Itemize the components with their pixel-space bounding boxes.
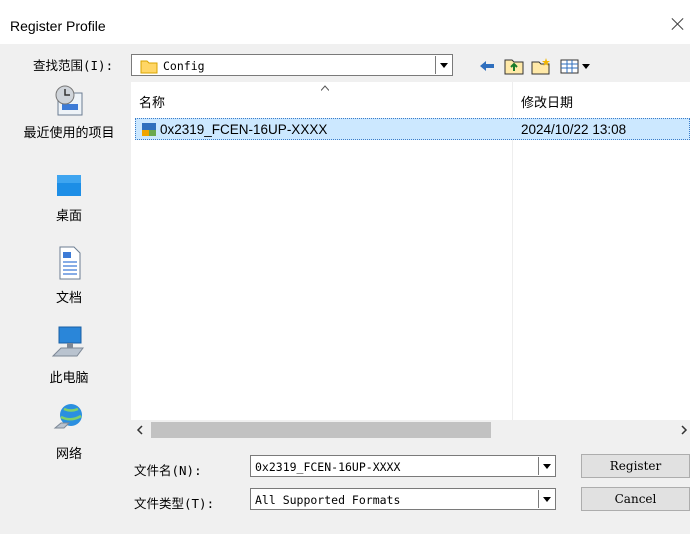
cancel-button[interactable]: Cancel [581, 487, 690, 511]
place-recent[interactable]: 最近使用的项目 [10, 84, 128, 141]
scroll-left-icon[interactable] [135, 424, 145, 436]
network-icon [53, 404, 82, 429]
column-header-name[interactable]: 名称 [139, 92, 165, 111]
recent-places-icon [55, 85, 83, 116]
folder-icon [140, 60, 158, 74]
horizontal-scrollbar[interactable] [131, 420, 690, 440]
file-type-value: All Supported Formats [255, 493, 401, 507]
window-title: Register Profile [10, 18, 106, 34]
register-profile-dialog: Register Profile 查找范围(I): Config 最近使用的项目… [0, 0, 690, 534]
sort-ascending-icon [321, 85, 329, 91]
close-icon[interactable] [670, 16, 686, 32]
scrollbar-thumb[interactable] [151, 422, 491, 438]
file-name-combo[interactable]: 0x2319_FCEN-16UP-XXXX [250, 455, 556, 477]
documents-icon [59, 246, 81, 280]
column-header-date[interactable]: 修改日期 [521, 92, 573, 111]
register-button[interactable]: Register [581, 454, 690, 478]
desktop-icon [57, 175, 81, 196]
place-label: 此电脑 [49, 370, 89, 385]
file-name[interactable]: 0x2319_FCEN-16UP-XXXX [160, 122, 327, 137]
view-menu-icon[interactable] [560, 57, 596, 75]
file-type-select[interactable]: All Supported Formats [250, 488, 556, 510]
place-network[interactable]: 网络 [10, 402, 128, 462]
look-in-label: 查找范围(I): [33, 58, 114, 73]
place-label: 网络 [55, 446, 82, 461]
place-documents[interactable]: 文档 [10, 246, 128, 306]
chevron-down-icon[interactable] [538, 457, 554, 475]
file-date: 2024/10/22 13:08 [521, 122, 627, 137]
file-name-label: 文件名(N): [134, 463, 202, 478]
places-bar: 最近使用的项目 桌面 文档 此电脑 网络 [10, 82, 128, 462]
title-bar: Register Profile [0, 0, 690, 44]
file-list[interactable]: 名称 修改日期 0x2319_FCEN-16UP-XXXX 2024/10/22… [131, 82, 690, 440]
this-pc-icon [51, 326, 84, 357]
place-this-pc[interactable]: 此电脑 [10, 326, 128, 386]
chevron-down-icon[interactable] [435, 56, 451, 74]
profile-file-icon [142, 123, 156, 136]
file-name-value[interactable]: 0x2319_FCEN-16UP-XXXX [255, 460, 400, 474]
place-label: 文档 [55, 290, 82, 305]
chevron-down-icon[interactable] [538, 490, 554, 508]
place-label: 桌面 [55, 208, 82, 223]
file-type-label: 文件类型(T): [134, 496, 215, 511]
place-label: 最近使用的项目 [23, 125, 115, 140]
look-in-combo[interactable]: Config [131, 54, 453, 76]
new-folder-icon[interactable] [531, 57, 551, 75]
place-desktop[interactable]: 桌面 [10, 174, 128, 224]
look-in-value: Config [163, 59, 205, 73]
back-arrow-icon[interactable] [477, 57, 497, 75]
up-folder-icon[interactable] [504, 57, 524, 75]
scroll-right-icon[interactable] [679, 424, 689, 436]
